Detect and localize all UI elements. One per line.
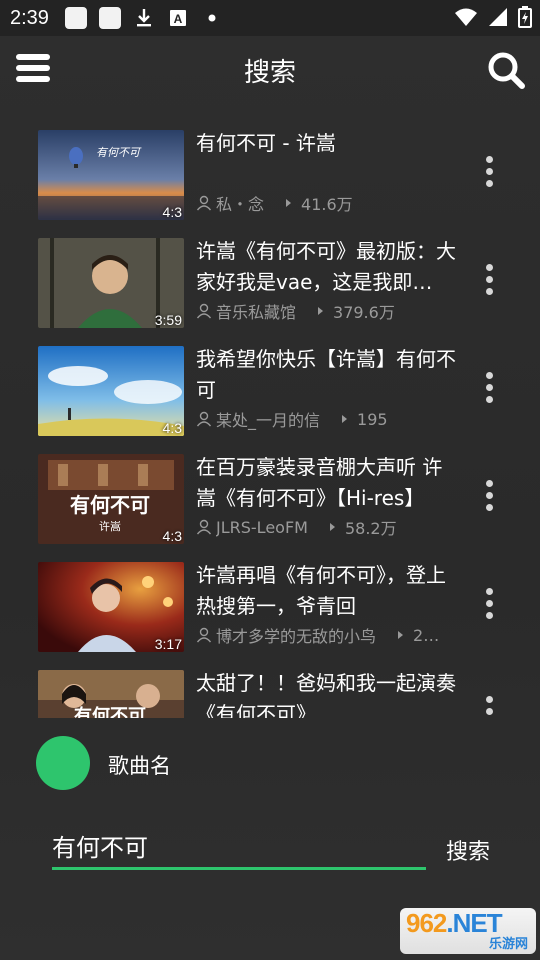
video-meta: 博才多学的无敌的小鸟 2…	[196, 624, 458, 646]
video-author: 音乐私藏馆	[216, 303, 297, 322]
person-icon	[196, 627, 212, 643]
song-row: 歌曲名	[0, 734, 540, 794]
page-title: 搜索	[243, 58, 296, 88]
video-thumbnail[interactable]: 4:3	[38, 346, 184, 436]
video-item[interactable]: 有何不可 许嵩 4:3 在百万豪装录音棚大声听 许嵩《有何不可》【Hi-res】…	[0, 444, 540, 552]
thumb-text: 有何不可	[74, 705, 146, 718]
watermark-sub: 乐游网	[488, 937, 528, 952]
thumb-text: 有何不可	[70, 493, 150, 517]
battery-icon	[518, 6, 532, 32]
video-thumbnail[interactable]: 有何不可	[38, 670, 184, 718]
more-options-icon[interactable]	[482, 696, 496, 718]
video-views: 379.6万	[333, 303, 395, 322]
a-icon: A	[167, 7, 189, 29]
video-views: 41.6万	[301, 195, 353, 214]
video-views: 195	[357, 409, 388, 429]
video-title[interactable]: 太甜了！！爸妈和我一起演奏《有何不可》	[196, 668, 458, 718]
watermark-logo: 962.NET 乐游网	[400, 908, 536, 954]
wifi-icon	[454, 7, 478, 31]
video-author: JLRS-LeoFM	[216, 517, 308, 537]
video-thumbnail[interactable]: 3:17	[38, 562, 184, 652]
video-duration: 3:17	[154, 636, 182, 652]
video-item[interactable]: 有何不可 4:3 有何不可 - 许嵩 私・念 41.6万	[0, 120, 540, 228]
video-item[interactable]: 3:59 许嵩《有何不可》最初版：大家好我是vae，这是我即… 音乐私藏馆 37…	[0, 228, 540, 336]
video-title[interactable]: 许嵩再唱《有何不可》，登上热搜第一，爷青回	[196, 560, 458, 622]
song-label: 歌曲名	[108, 754, 171, 778]
video-meta: 音乐私藏馆 379.6万	[196, 300, 458, 322]
play-count-icon	[286, 199, 292, 207]
video-views: 58.2万	[344, 519, 397, 538]
notification-square-icon	[98, 7, 121, 29]
thumb-text: 有何不可	[96, 146, 142, 159]
video-title[interactable]: 我希望你快乐【许嵩】有何不可	[196, 344, 458, 406]
video-meta: 私・念 41.6万	[196, 192, 458, 214]
play-count-icon	[398, 631, 404, 639]
download-icon	[133, 7, 155, 29]
dot-icon	[201, 7, 223, 29]
watermark-main: 962.NET	[406, 908, 503, 938]
video-duration: 3:59	[154, 312, 182, 328]
video-title[interactable]: 许嵩《有何不可》最初版：大家好我是vae，这是我即…	[196, 236, 458, 298]
video-author: 私・念	[216, 195, 265, 214]
app-bar: 搜索	[0, 36, 540, 106]
search-input[interactable]	[52, 824, 426, 870]
more-options-icon[interactable]	[482, 264, 496, 298]
video-thumbnail[interactable]: 3:59	[38, 238, 184, 328]
video-views: 2…	[413, 625, 440, 645]
person-icon	[196, 411, 212, 427]
video-duration: 4:3	[162, 528, 182, 544]
signal-icon	[488, 7, 508, 31]
more-options-icon[interactable]	[482, 372, 496, 406]
video-thumbnail[interactable]: 有何不可 许嵩 4:3	[38, 454, 184, 544]
person-icon	[196, 519, 212, 535]
notification-square-icon	[64, 7, 87, 29]
video-item[interactable]: 3:17 许嵩再唱《有何不可》，登上热搜第一，爷青回 博才多学的无敌的小鸟 2…	[0, 552, 540, 660]
video-item[interactable]: 有何不可 太甜了！！爸妈和我一起演奏《有何不可》	[0, 660, 540, 718]
search-button[interactable]: 搜索	[446, 834, 490, 866]
play-count-icon	[342, 415, 348, 423]
status-right	[454, 6, 532, 32]
person-icon	[196, 195, 212, 211]
more-options-icon[interactable]	[482, 156, 496, 190]
video-thumbnail[interactable]: 有何不可 4:3	[38, 130, 184, 220]
video-meta: JLRS-LeoFM 58.2万	[196, 516, 458, 538]
video-author: 博才多学的无敌的小鸟	[216, 627, 377, 646]
thumb-text: 许嵩	[99, 520, 121, 533]
video-author: 某处_一月的信	[216, 411, 321, 430]
video-list[interactable]: 有何不可 4:3 有何不可 - 许嵩 私・念 41.6万 3:59 许嵩《有何不…	[0, 120, 540, 718]
svg-text:A: A	[174, 12, 183, 26]
video-meta: 某处_一月的信 195	[196, 408, 458, 430]
status-bar: 2:39 A	[0, 0, 540, 36]
play-count-icon	[329, 523, 335, 531]
video-title[interactable]: 有何不可 - 许嵩	[196, 128, 458, 159]
video-item[interactable]: 4:3 我希望你快乐【许嵩】有何不可 某处_一月的信 195	[0, 336, 540, 444]
song-toggle[interactable]	[36, 736, 90, 790]
status-time: 2:39	[10, 6, 49, 29]
more-options-icon[interactable]	[482, 480, 496, 514]
person-icon	[196, 303, 212, 319]
search-icon[interactable]	[486, 50, 526, 90]
video-duration: 4:3	[162, 204, 182, 220]
video-duration: 4:3	[162, 420, 182, 436]
more-options-icon[interactable]	[482, 588, 496, 622]
play-count-icon	[318, 307, 324, 315]
video-title[interactable]: 在百万豪装录音棚大声听 许嵩《有何不可》【Hi-res】	[196, 452, 458, 514]
